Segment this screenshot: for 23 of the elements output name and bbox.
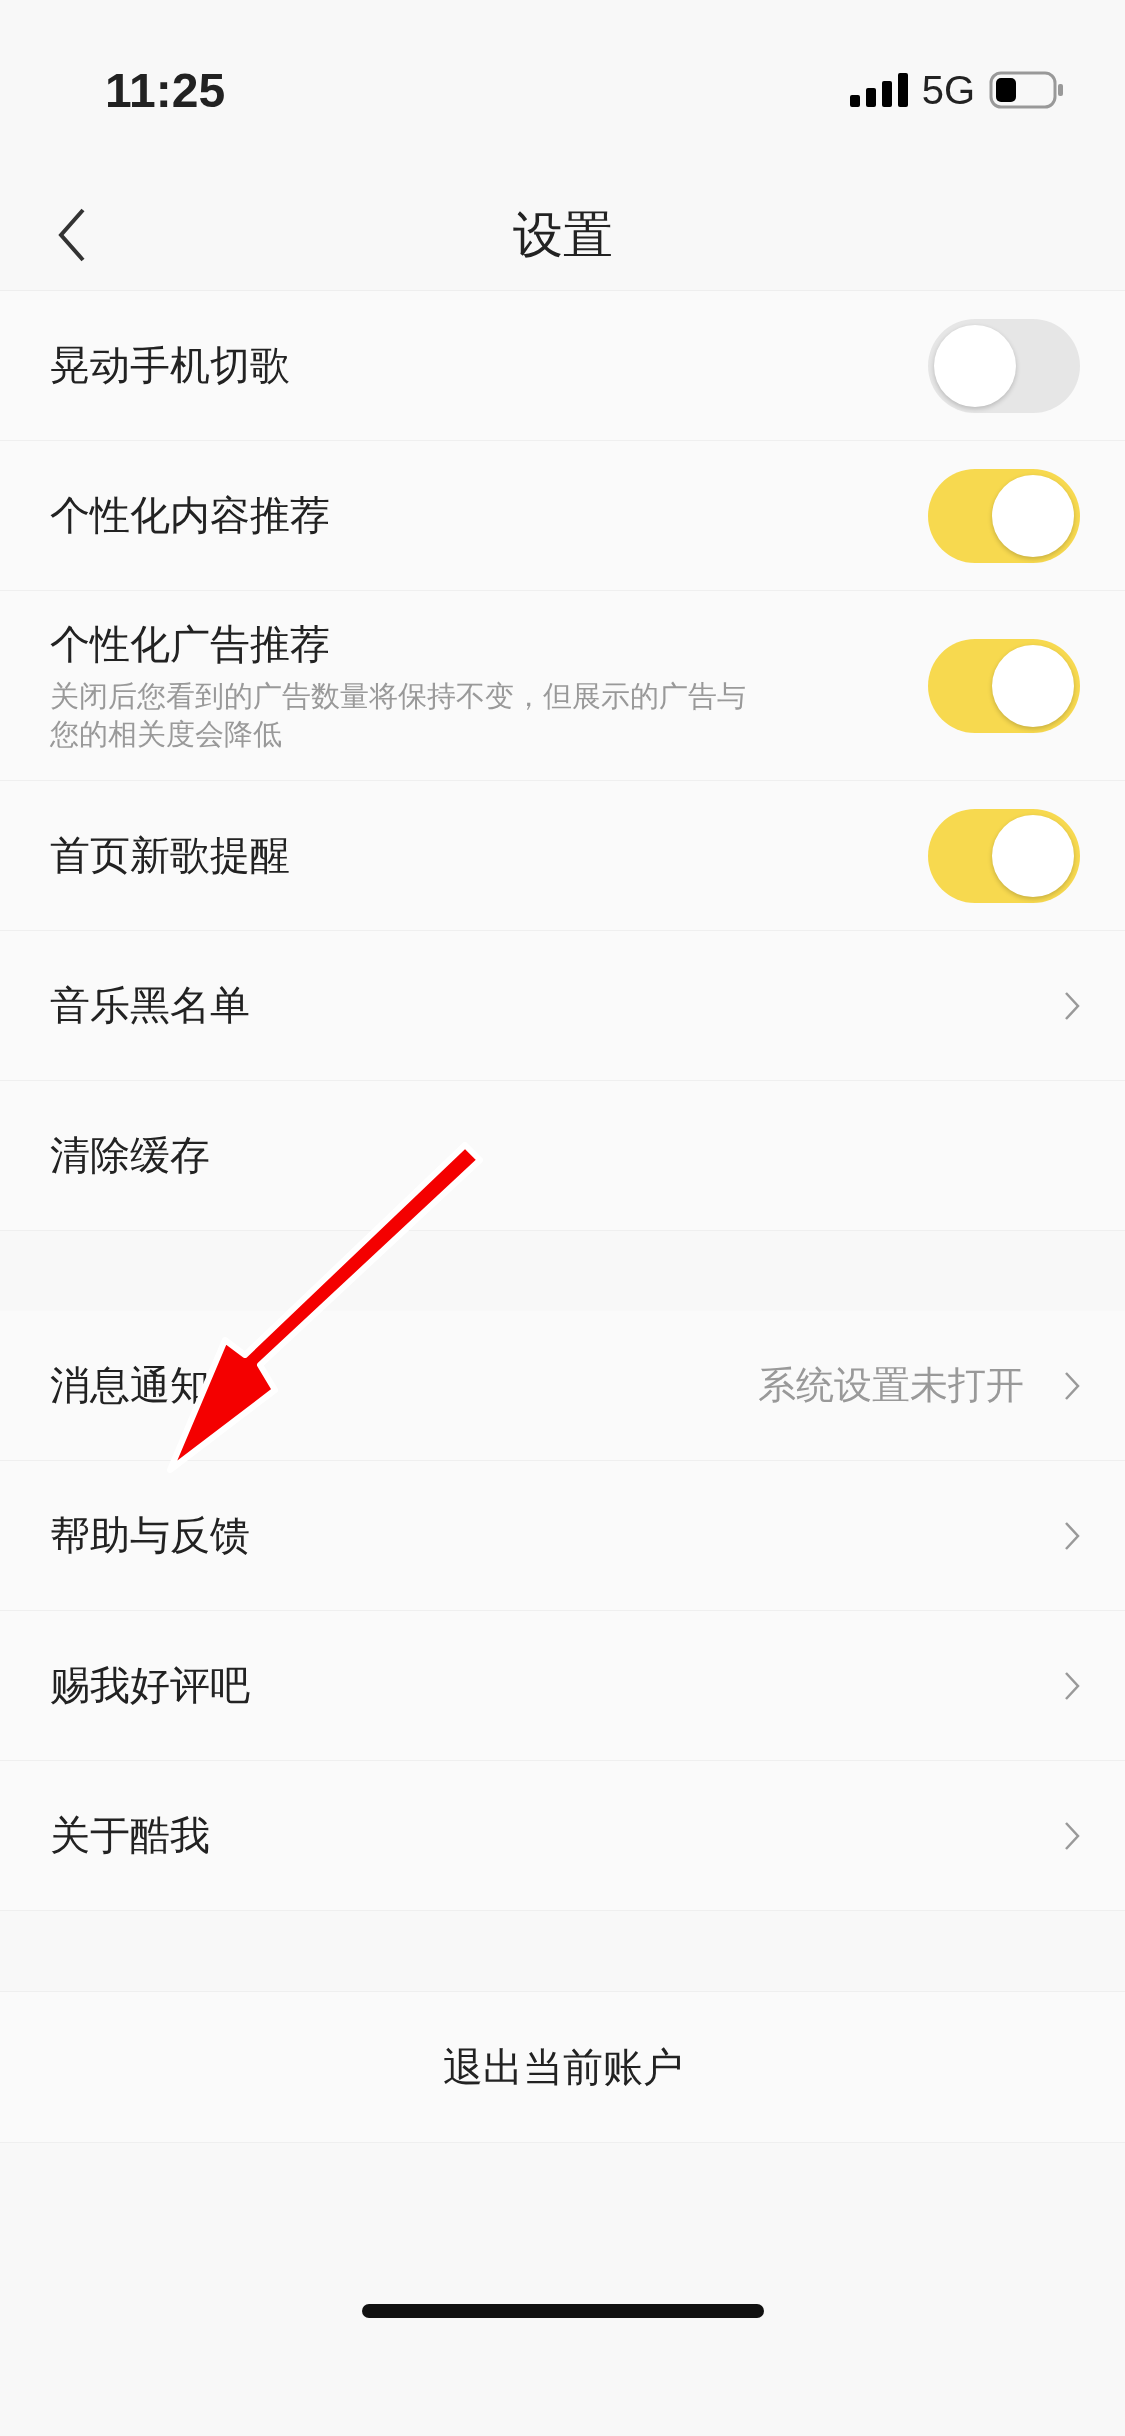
setting-value: 系统设置未打开	[758, 1362, 1024, 1409]
network-label: 5G	[921, 67, 975, 113]
chevron-right-icon[interactable]	[1064, 1670, 1080, 1701]
setting-description: 关闭后您看到的广告数量将保持不变，但展示的广告与您的相关度会降低	[50, 678, 747, 753]
battery-icon	[989, 71, 1065, 109]
back-icon[interactable]	[57, 207, 87, 263]
signal-icon	[849, 73, 908, 107]
chevron-right-icon[interactable]	[1064, 990, 1080, 1021]
chevron-right-icon[interactable]	[1064, 1370, 1080, 1401]
chevron-right-icon[interactable]	[1064, 1820, 1080, 1851]
setting-label: 赐我好评吧	[50, 1661, 251, 1710]
setting-label: 帮助与反馈	[50, 1511, 251, 1560]
setting-label: 音乐黑名单	[50, 981, 251, 1030]
setting-label: 个性化广告推荐	[50, 620, 331, 670]
page-title: 设置	[512, 204, 613, 266]
setting-label: 关于酷我	[50, 1811, 211, 1860]
setting-label: 首页新歌提醒	[50, 831, 291, 880]
status-time: 11:25	[105, 62, 226, 118]
setting-label: 个性化内容推荐	[50, 491, 331, 540]
logout-button[interactable]: 退出当前账户	[0, 1991, 1125, 2143]
chevron-right-icon[interactable]	[1064, 1520, 1080, 1551]
setting-label: 清除缓存	[50, 1131, 211, 1180]
setting-label: 晃动手机切歌	[50, 341, 291, 390]
